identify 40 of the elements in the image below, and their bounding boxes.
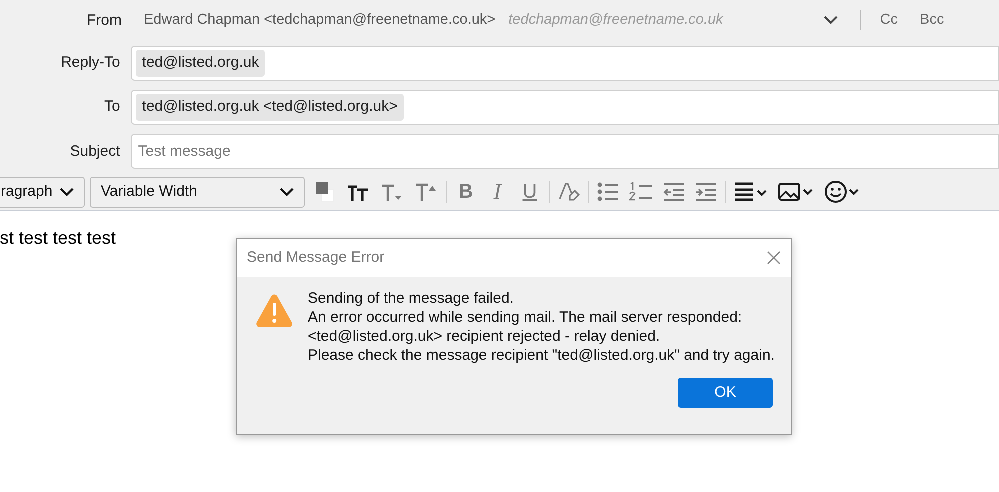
ok-button[interactable]: OK: [678, 378, 773, 408]
field-label: Subject: [69, 142, 120, 162]
smiley-icon[interactable]: [824, 180, 860, 204]
field-label: Reply-To: [60, 53, 120, 74]
warning-icon: [256, 294, 293, 328]
numbered-list-icon[interactable]: [629, 181, 653, 204]
sender-identity[interactable]: Edward Chapman <tedchapman@freenetname.co.uk>: [144, 10, 496, 32]
image-icon[interactable]: [778, 182, 814, 202]
recipient-pill[interactable]: ted@listed.org.uk: [136, 50, 266, 77]
indent-icon[interactable]: [695, 182, 717, 202]
field-label: To: [103, 97, 120, 118]
chevron-down-icon[interactable]: [824, 16, 838, 25]
chevron-down-icon: [60, 188, 74, 197]
error-message-line: <ted@listed.org.uk> recipient rejected - relay denied.: [308, 327, 662, 346]
underline-button[interactable]: U: [514, 177, 546, 208]
error-message-line: Sending of the message failed.: [308, 289, 515, 308]
text-color-icon[interactable]: [314, 180, 336, 204]
eraser-icon[interactable]: [558, 181, 580, 204]
recipient-pill[interactable]: ted@listed.org.uk <ted@listed.org.uk>: [136, 94, 404, 121]
larger-text-icon[interactable]: [414, 181, 438, 204]
recipient-field[interactable]: ted@listed.org.uk: [131, 46, 999, 81]
align-icon[interactable]: [734, 182, 768, 202]
close-icon[interactable]: [767, 251, 781, 265]
message-body-text: st test test test: [0, 227, 116, 250]
dropdown[interactable]: Variable Width: [90, 176, 305, 208]
subject-field[interactable]: Test message: [131, 134, 999, 170]
bold-button[interactable]: B: [450, 177, 482, 208]
bulleted-list-icon[interactable]: [597, 182, 619, 202]
field-label: From: [86, 11, 122, 32]
cc-button[interactable]: Cc: [880, 10, 898, 32]
sender-address: tedchapman@freenetname.co.uk: [508, 10, 724, 30]
chevron-down-icon: [280, 188, 294, 197]
dialog-title: Send Message Error: [247, 248, 385, 268]
recipient-field[interactable]: ted@listed.org.uk <ted@listed.org.uk>: [131, 90, 999, 125]
error-message-line: Please check the message recipient "ted@listed.org.uk" and try again.: [308, 346, 775, 365]
italic-button[interactable]: I: [482, 177, 514, 208]
outdent-icon[interactable]: [663, 182, 685, 202]
dropdown[interactable]: ragraph: [0, 176, 85, 208]
bcc-button[interactable]: Bcc: [920, 10, 944, 32]
error-message-line: An error occurred while sending mail. The mail server responded:: [308, 308, 744, 327]
